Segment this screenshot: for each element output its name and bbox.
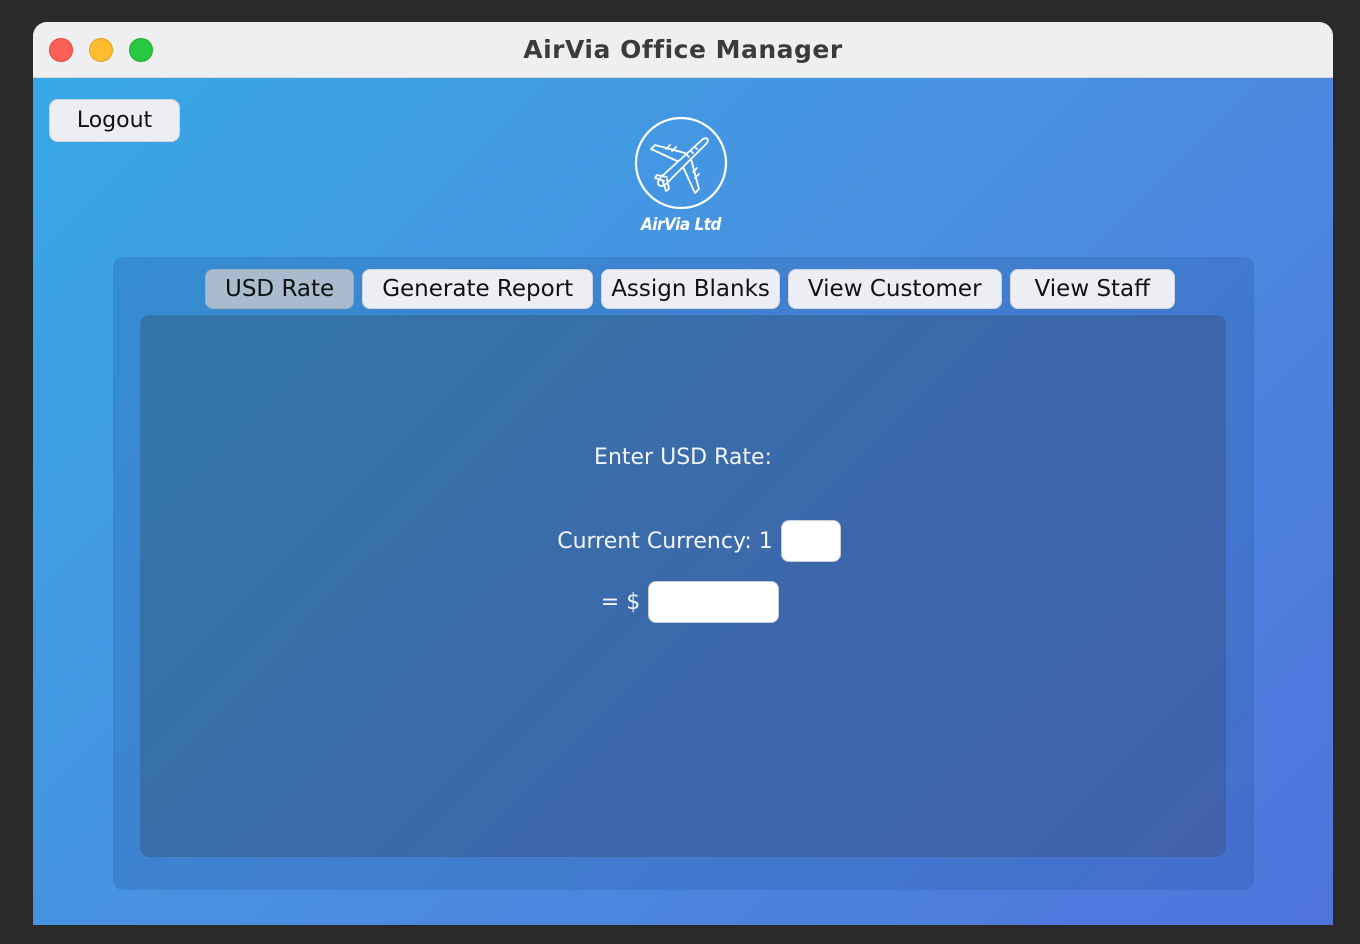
- enter-usd-rate-label: Enter USD Rate:: [594, 445, 772, 470]
- currency-row: Current Currency: 1: [140, 520, 1226, 562]
- logout-button[interactable]: Logout: [49, 99, 180, 142]
- usd-amount-input[interactable]: [648, 581, 780, 623]
- tab-generate-report[interactable]: Generate Report: [362, 269, 594, 309]
- logo-text: AirVia Ltd: [640, 215, 722, 235]
- window-title: AirVia Office Manager: [523, 35, 843, 64]
- company-logo: AirVia Ltd: [631, 115, 731, 240]
- app-window: AirVia Office Manager Logout AirVia Ltd …: [33, 22, 1333, 925]
- airplane-icon: [634, 116, 728, 210]
- tab-view-staff[interactable]: View Staff: [1009, 269, 1175, 309]
- current-currency-label: Current Currency: 1: [557, 528, 773, 554]
- tab-panel: USD Rate Generate Report Assign Blanks V…: [113, 257, 1254, 890]
- dollar-row: = $: [140, 581, 1226, 623]
- tab-assign-blanks[interactable]: Assign Blanks: [601, 269, 780, 309]
- title-bar: AirVia Office Manager: [33, 22, 1333, 78]
- currency-input[interactable]: [780, 520, 841, 562]
- usd-rate-content: Enter USD Rate: Current Currency: 1 = $: [140, 315, 1226, 857]
- tab-view-customer[interactable]: View Customer: [787, 269, 1002, 309]
- tab-usd-rate[interactable]: USD Rate: [205, 269, 355, 309]
- tab-bar: USD Rate Generate Report Assign Blanks V…: [205, 269, 1175, 309]
- dollar-equals-label: = $: [600, 589, 641, 615]
